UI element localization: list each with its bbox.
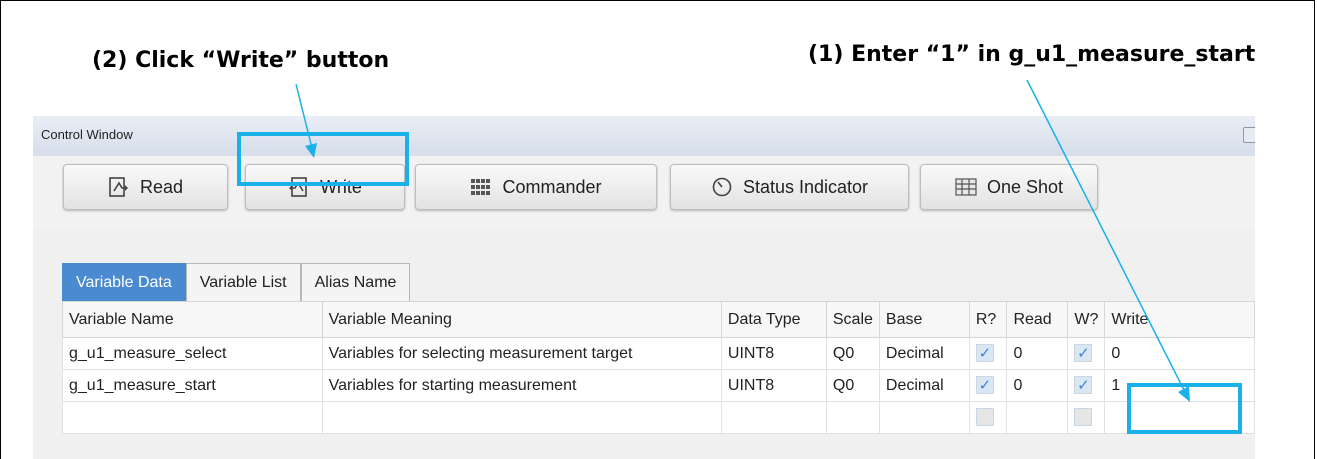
col-variable-name[interactable]: Variable Name bbox=[62, 301, 323, 338]
window-titlebar: Control Window bbox=[33, 116, 1255, 156]
tab-bar: Variable Data Variable List Alias Name bbox=[62, 263, 411, 301]
read-button[interactable]: Read bbox=[63, 164, 228, 210]
col-scale[interactable]: Scale bbox=[825, 301, 880, 338]
cell-variable-name bbox=[62, 401, 323, 434]
minimize-button[interactable] bbox=[1243, 127, 1255, 143]
col-write[interactable]: Write bbox=[1104, 301, 1255, 338]
read-button-label: Read bbox=[139, 176, 184, 197]
table-row[interactable]: g_u1_measure_select Variables for select… bbox=[62, 337, 1255, 370]
one-shot-button[interactable]: One Shot bbox=[920, 164, 1098, 210]
table-row[interactable]: g_u1_measure_start Variables for startin… bbox=[62, 369, 1255, 402]
checkbox-checked-icon[interactable]: ✓ bbox=[975, 376, 994, 395]
read-icon bbox=[109, 177, 128, 197]
col-base[interactable]: Base bbox=[878, 301, 970, 338]
checkbox-unchecked-icon[interactable] bbox=[1074, 408, 1093, 427]
annotation-enter-value: (1) Enter “1” in g_u1_measure_start bbox=[808, 42, 1256, 67]
highlight-write-button bbox=[237, 132, 409, 186]
annotation-click-write: (2) Click “Write” button bbox=[92, 48, 390, 73]
cell-read: 0 bbox=[1006, 369, 1069, 402]
cell-read: 0 bbox=[1006, 337, 1069, 370]
cell-data-type: UINT8 bbox=[720, 337, 827, 370]
highlight-write-cell bbox=[1127, 383, 1242, 434]
checkbox-checked-icon[interactable]: ✓ bbox=[975, 344, 994, 363]
status-indicator-icon bbox=[712, 177, 732, 197]
tab-variable-data[interactable]: Variable Data bbox=[62, 263, 186, 301]
one-shot-label: One Shot bbox=[986, 176, 1064, 197]
cell-variable-meaning: Variables for selecting measurement targ… bbox=[321, 337, 722, 370]
col-variable-meaning[interactable]: Variable Meaning bbox=[321, 301, 722, 338]
cell-base[interactable]: Decimal bbox=[878, 337, 970, 370]
variable-table: Variable Name Variable Meaning Data Type… bbox=[62, 301, 1255, 434]
cell-r: ✓ bbox=[968, 369, 1008, 402]
col-read[interactable]: Read bbox=[1006, 301, 1069, 338]
table-row[interactable] bbox=[62, 401, 1255, 434]
cell-data-type: UINT8 bbox=[720, 369, 827, 402]
commander-button-label: Commander bbox=[502, 176, 602, 197]
cell-variable-name: g_u1_measure_start bbox=[62, 369, 323, 402]
commander-icon bbox=[471, 179, 491, 195]
control-window: Control Window Read Write Commander Stat… bbox=[33, 116, 1255, 459]
toolbar: Read Write Commander Status Indicator On… bbox=[33, 156, 1255, 228]
cell-r bbox=[968, 401, 1008, 434]
cell-scale bbox=[825, 401, 880, 434]
cell-w bbox=[1067, 401, 1106, 434]
col-r[interactable]: R? bbox=[968, 301, 1008, 338]
cell-read bbox=[1006, 401, 1069, 434]
cell-w: ✓ bbox=[1067, 337, 1106, 370]
status-indicator-label: Status Indicator bbox=[742, 176, 869, 197]
cell-w: ✓ bbox=[1067, 369, 1106, 402]
tab-variable-list[interactable]: Variable List bbox=[185, 263, 301, 301]
status-indicator-button[interactable]: Status Indicator bbox=[670, 164, 909, 210]
cell-data-type bbox=[720, 401, 827, 434]
tab-alias-name[interactable]: Alias Name bbox=[300, 263, 411, 301]
col-data-type[interactable]: Data Type bbox=[720, 301, 827, 338]
cell-write[interactable]: 0 bbox=[1104, 337, 1255, 370]
window-title: Control Window bbox=[41, 127, 133, 142]
commander-button[interactable]: Commander bbox=[415, 164, 657, 210]
col-w[interactable]: W? bbox=[1067, 301, 1106, 338]
checkbox-checked-icon[interactable]: ✓ bbox=[1074, 376, 1093, 395]
cell-scale: Q0 bbox=[825, 369, 880, 402]
one-shot-icon bbox=[955, 178, 977, 196]
checkbox-checked-icon[interactable]: ✓ bbox=[1074, 344, 1093, 363]
cell-base[interactable] bbox=[878, 401, 970, 434]
cell-variable-name: g_u1_measure_select bbox=[62, 337, 323, 370]
table-header-row: Variable Name Variable Meaning Data Type… bbox=[62, 301, 1255, 338]
checkbox-unchecked-icon[interactable] bbox=[975, 408, 994, 427]
cell-variable-meaning bbox=[321, 401, 722, 434]
cell-r: ✓ bbox=[968, 337, 1008, 370]
cell-scale: Q0 bbox=[825, 337, 880, 370]
cell-variable-meaning: Variables for starting measurement bbox=[321, 369, 722, 402]
cell-base[interactable]: Decimal bbox=[878, 369, 970, 402]
